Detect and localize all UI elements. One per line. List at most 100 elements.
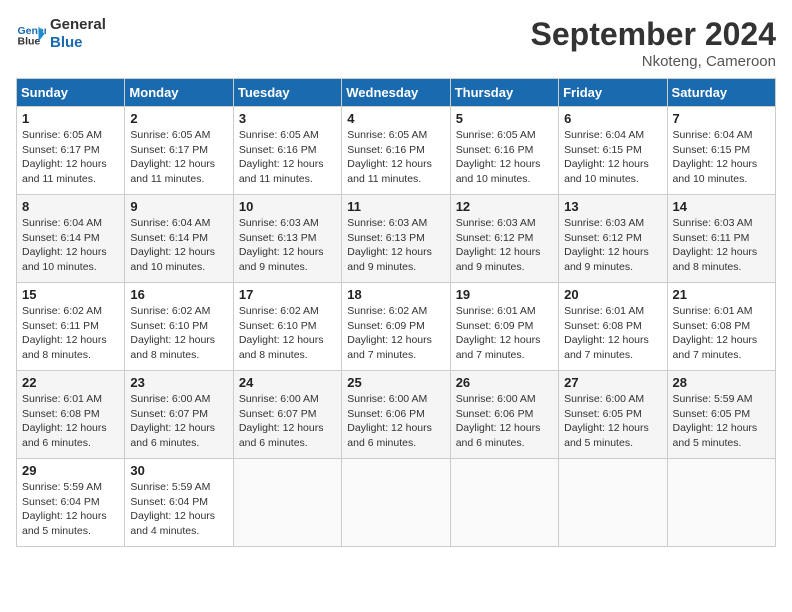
calendar-cell: 19 Sunrise: 6:01 AMSunset: 6:09 PMDayligh… (450, 283, 558, 371)
day-info: Sunrise: 6:05 AMSunset: 6:17 PMDaylight:… (22, 128, 119, 187)
col-header-monday: Monday (125, 79, 233, 107)
day-info: Sunrise: 6:01 AMSunset: 6:08 PMDaylight:… (22, 392, 119, 451)
calendar-cell: 24 Sunrise: 6:00 AMSunset: 6:07 PMDayligh… (233, 371, 341, 459)
calendar-table: SundayMondayTuesdayWednesdayThursdayFrid… (16, 78, 776, 547)
day-number: 21 (673, 287, 770, 302)
calendar-cell: 8Sunrise: 6:04 AMSunset: 6:14 PMDaylight… (17, 195, 125, 283)
day-number: 25 (347, 375, 444, 390)
day-info: Sunrise: 6:01 AMSunset: 6:09 PMDaylight:… (456, 304, 553, 363)
logo: General Blue General Blue (16, 16, 106, 52)
calendar-header-row: SundayMondayTuesdayWednesdayThursdayFrid… (17, 79, 776, 107)
day-info: Sunrise: 6:03 AMSunset: 6:11 PMDaylight:… (673, 216, 770, 275)
day-number: 20 (564, 287, 661, 302)
calendar-cell: 13 Sunrise: 6:03 AMSunset: 6:12 PMDayligh… (559, 195, 667, 283)
page-header: General Blue General Blue September 2024… (16, 16, 776, 70)
day-number: 27 (564, 375, 661, 390)
day-info: Sunrise: 6:05 AMSunset: 6:17 PMDaylight:… (130, 128, 227, 187)
calendar-cell: 26Sunrise: 6:00 AMSunset: 6:06 PMDayligh… (450, 371, 558, 459)
day-info: Sunrise: 6:05 AMSunset: 6:16 PMDaylight:… (239, 128, 336, 187)
day-info: Sunrise: 6:03 AMSunset: 6:13 PMDaylight:… (239, 216, 336, 275)
week-row-4: 22 Sunrise: 6:01 AMSunset: 6:08 PMDayligh… (17, 371, 776, 459)
day-info: Sunrise: 6:01 AMSunset: 6:08 PMDaylight:… (673, 304, 770, 363)
day-number: 22 (22, 375, 119, 390)
calendar-cell: 10 Sunrise: 6:03 AMSunset: 6:13 PMDayligh… (233, 195, 341, 283)
day-number: 12 (456, 199, 553, 214)
calendar-cell: 27 Sunrise: 6:00 AMSunset: 6:05 PMDayligh… (559, 371, 667, 459)
day-info: Sunrise: 6:00 AMSunset: 6:05 PMDaylight:… (564, 392, 661, 451)
calendar-cell: 22 Sunrise: 6:01 AMSunset: 6:08 PMDayligh… (17, 371, 125, 459)
week-row-3: 15Sunrise: 6:02 AMSunset: 6:11 PMDayligh… (17, 283, 776, 371)
calendar-cell: 2 Sunrise: 6:05 AMSunset: 6:17 PMDaylight… (125, 107, 233, 195)
day-number: 15 (22, 287, 119, 302)
calendar-cell: 6 Sunrise: 6:04 AMSunset: 6:15 PMDaylight… (559, 107, 667, 195)
day-info: Sunrise: 6:05 AMSunset: 6:16 PMDaylight:… (456, 128, 553, 187)
calendar-cell: 16 Sunrise: 6:02 AMSunset: 6:10 PMDayligh… (125, 283, 233, 371)
calendar-cell: 29 Sunrise: 5:59 AMSunset: 6:04 PMDayligh… (17, 459, 125, 547)
calendar-cell (450, 459, 558, 547)
day-number: 1 (22, 111, 119, 126)
logo-text-blue: Blue (50, 34, 106, 52)
day-info: Sunrise: 5:59 AMSunset: 6:05 PMDaylight:… (673, 392, 770, 451)
week-row-1: 1 Sunrise: 6:05 AMSunset: 6:17 PMDaylight… (17, 107, 776, 195)
day-info: Sunrise: 6:00 AMSunset: 6:06 PMDaylight:… (456, 392, 553, 451)
day-number: 4 (347, 111, 444, 126)
day-info: Sunrise: 6:04 AMSunset: 6:15 PMDaylight:… (673, 128, 770, 187)
day-number: 14 (673, 199, 770, 214)
logo-icon: General Blue (16, 19, 46, 49)
day-info: Sunrise: 6:03 AMSunset: 6:12 PMDaylight:… (456, 216, 553, 275)
day-number: 5 (456, 111, 553, 126)
day-info: Sunrise: 6:00 AMSunset: 6:06 PMDaylight:… (347, 392, 444, 451)
day-info: Sunrise: 6:01 AMSunset: 6:08 PMDaylight:… (564, 304, 661, 363)
calendar-cell (233, 459, 341, 547)
day-number: 6 (564, 111, 661, 126)
day-number: 30 (130, 463, 227, 478)
day-info: Sunrise: 6:04 AMSunset: 6:14 PMDaylight:… (130, 216, 227, 275)
day-number: 13 (564, 199, 661, 214)
day-info: Sunrise: 6:00 AMSunset: 6:07 PMDaylight:… (239, 392, 336, 451)
calendar-cell: 23 Sunrise: 6:00 AMSunset: 6:07 PMDayligh… (125, 371, 233, 459)
day-number: 7 (673, 111, 770, 126)
day-number: 3 (239, 111, 336, 126)
calendar-cell: 28 Sunrise: 5:59 AMSunset: 6:05 PMDayligh… (667, 371, 775, 459)
calendar-cell (342, 459, 450, 547)
day-number: 23 (130, 375, 227, 390)
calendar-cell: 25 Sunrise: 6:00 AMSunset: 6:06 PMDayligh… (342, 371, 450, 459)
col-header-saturday: Saturday (667, 79, 775, 107)
calendar-cell: 15Sunrise: 6:02 AMSunset: 6:11 PMDayligh… (17, 283, 125, 371)
day-number: 19 (456, 287, 553, 302)
col-header-wednesday: Wednesday (342, 79, 450, 107)
col-header-tuesday: Tuesday (233, 79, 341, 107)
calendar-cell: 14 Sunrise: 6:03 AMSunset: 6:11 PMDayligh… (667, 195, 775, 283)
col-header-friday: Friday (559, 79, 667, 107)
calendar-cell: 1 Sunrise: 6:05 AMSunset: 6:17 PMDaylight… (17, 107, 125, 195)
day-number: 10 (239, 199, 336, 214)
calendar-cell: 4 Sunrise: 6:05 AMSunset: 6:16 PMDaylight… (342, 107, 450, 195)
day-number: 24 (239, 375, 336, 390)
day-number: 18 (347, 287, 444, 302)
day-info: Sunrise: 6:04 AMSunset: 6:15 PMDaylight:… (564, 128, 661, 187)
title-block: September 2024 Nkoteng, Cameroon (531, 16, 776, 70)
location: Nkoteng, Cameroon (531, 53, 776, 70)
calendar-cell: 3 Sunrise: 6:05 AMSunset: 6:16 PMDaylight… (233, 107, 341, 195)
calendar-cell: 7 Sunrise: 6:04 AMSunset: 6:15 PMDaylight… (667, 107, 775, 195)
day-number: 29 (22, 463, 119, 478)
day-number: 9 (130, 199, 227, 214)
day-info: Sunrise: 6:00 AMSunset: 6:07 PMDaylight:… (130, 392, 227, 451)
week-row-2: 8Sunrise: 6:04 AMSunset: 6:14 PMDaylight… (17, 195, 776, 283)
calendar-cell: 17Sunrise: 6:02 AMSunset: 6:10 PMDayligh… (233, 283, 341, 371)
day-info: Sunrise: 5:59 AMSunset: 6:04 PMDaylight:… (22, 480, 119, 539)
day-info: Sunrise: 6:02 AMSunset: 6:09 PMDaylight:… (347, 304, 444, 363)
day-number: 2 (130, 111, 227, 126)
day-info: Sunrise: 6:02 AMSunset: 6:10 PMDaylight:… (130, 304, 227, 363)
day-number: 11 (347, 199, 444, 214)
calendar-cell: 12 Sunrise: 6:03 AMSunset: 6:12 PMDayligh… (450, 195, 558, 283)
day-number: 28 (673, 375, 770, 390)
day-number: 16 (130, 287, 227, 302)
day-info: Sunrise: 5:59 AMSunset: 6:04 PMDaylight:… (130, 480, 227, 539)
week-row-5: 29 Sunrise: 5:59 AMSunset: 6:04 PMDayligh… (17, 459, 776, 547)
calendar-cell: 11Sunrise: 6:03 AMSunset: 6:13 PMDayligh… (342, 195, 450, 283)
col-header-sunday: Sunday (17, 79, 125, 107)
logo-text-general: General (50, 16, 106, 34)
day-info: Sunrise: 6:05 AMSunset: 6:16 PMDaylight:… (347, 128, 444, 187)
day-info: Sunrise: 6:03 AMSunset: 6:12 PMDaylight:… (564, 216, 661, 275)
